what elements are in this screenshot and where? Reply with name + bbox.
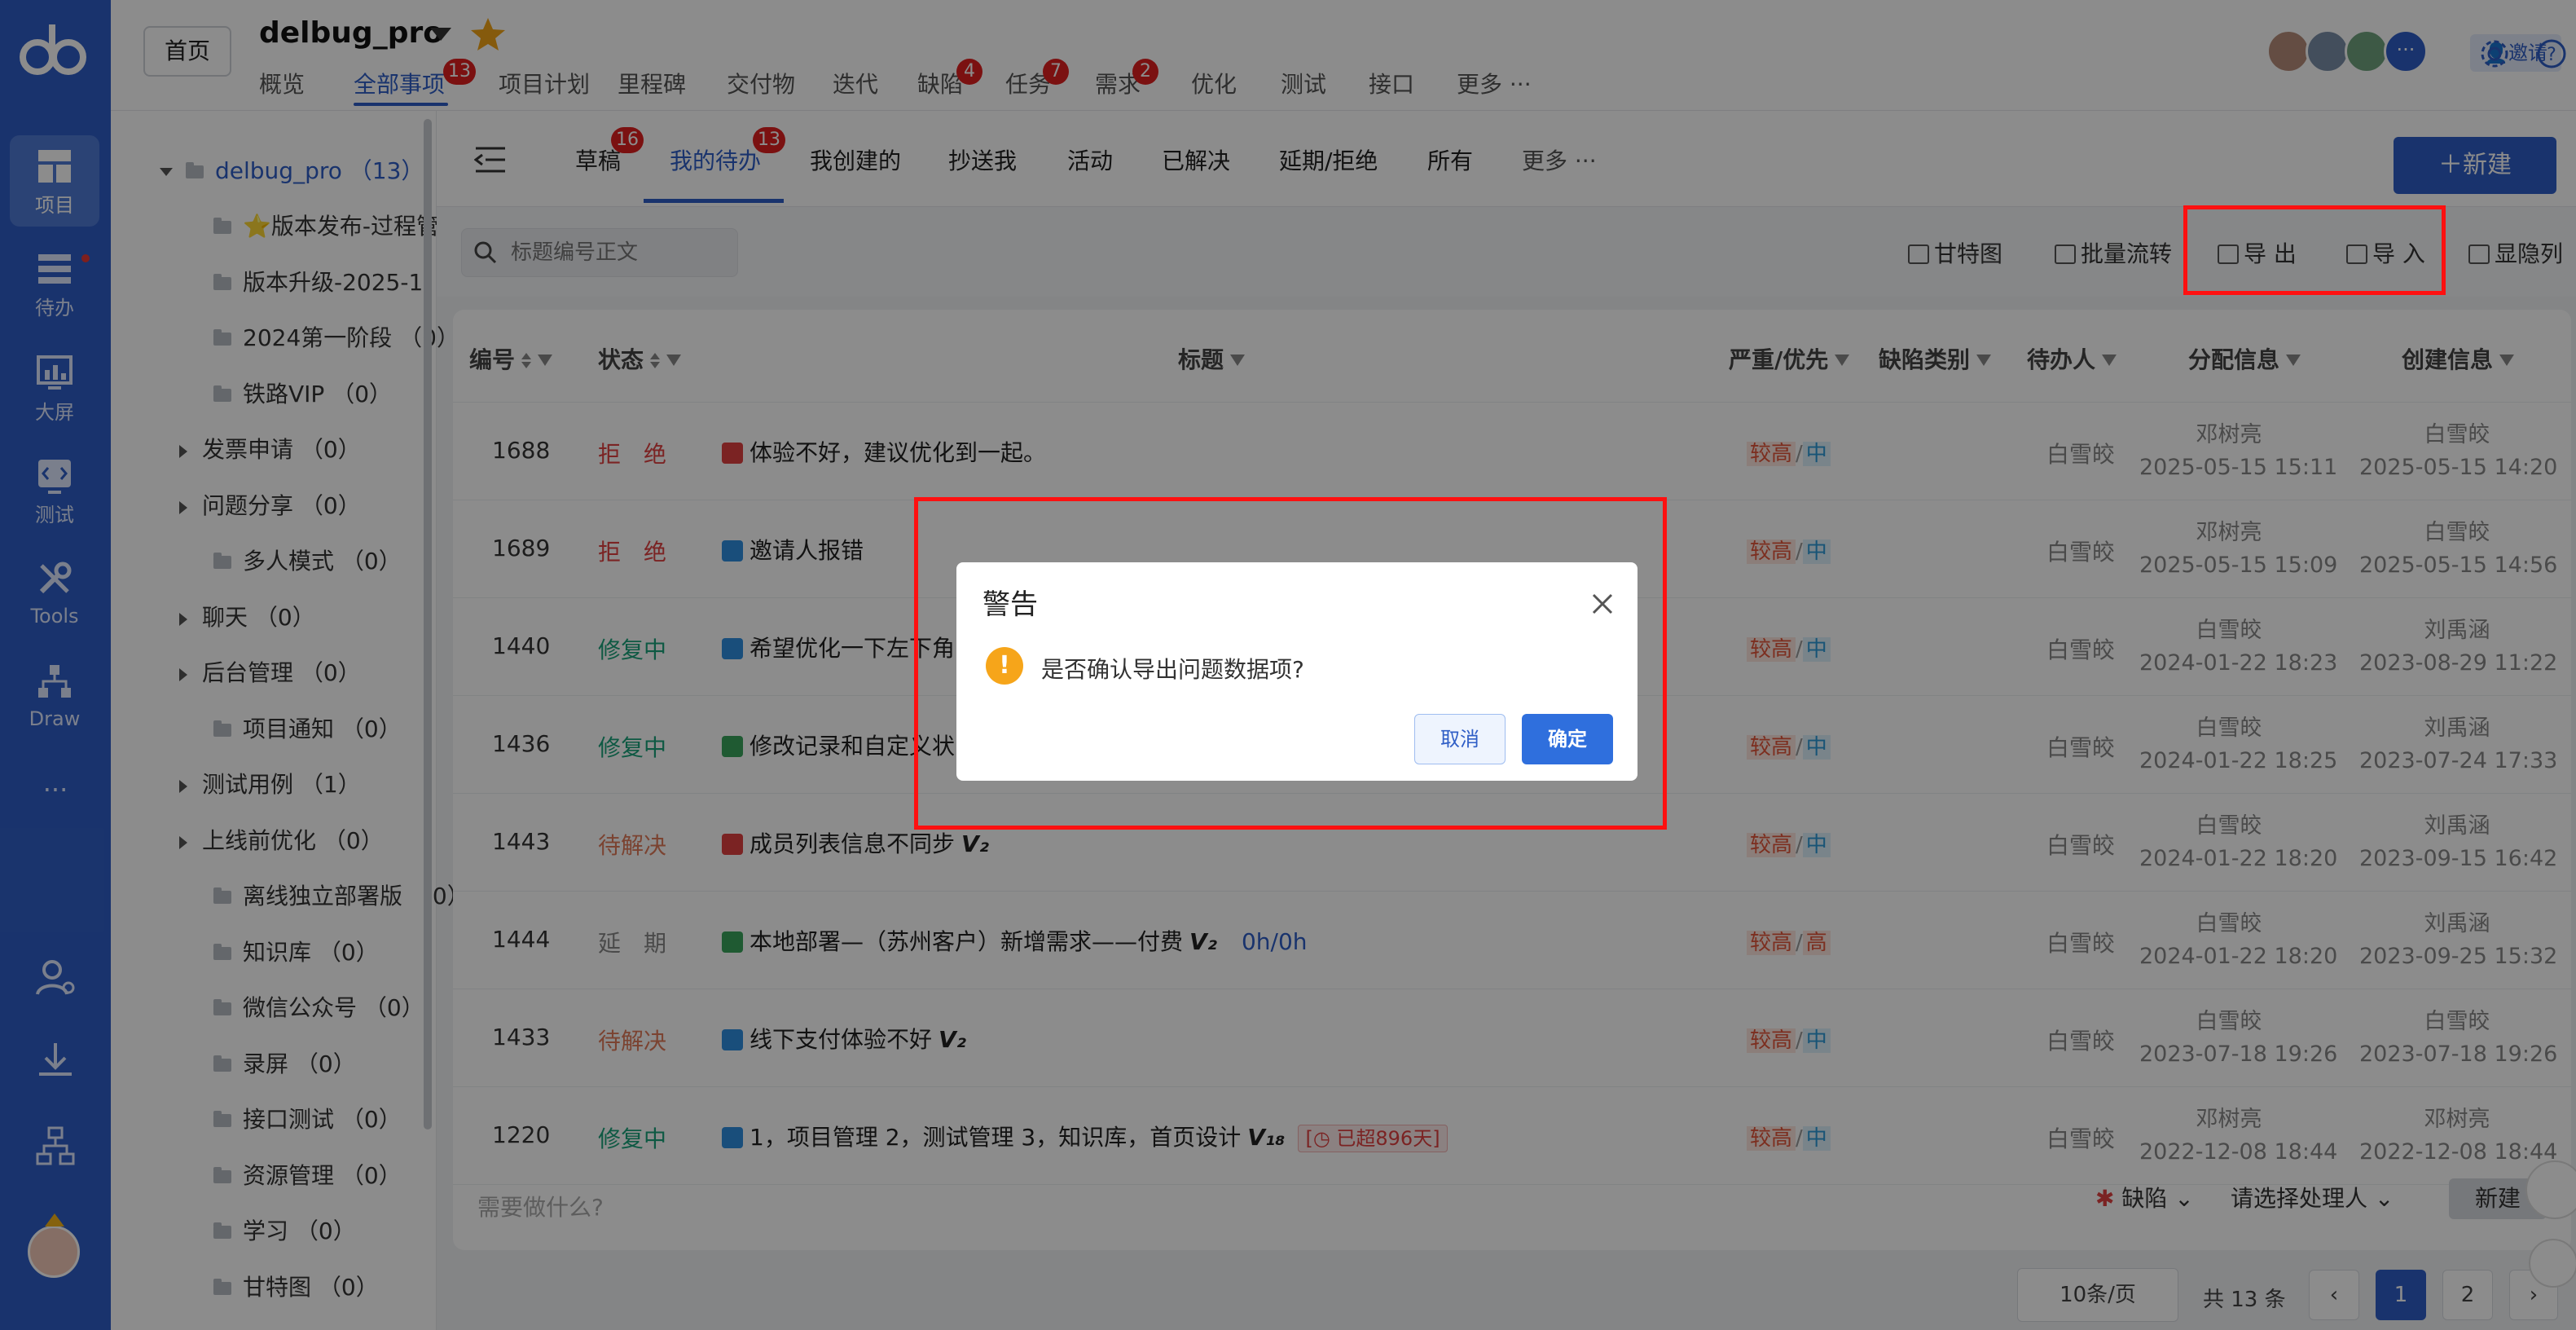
warning-icon: ! xyxy=(986,647,1023,685)
cancel-button[interactable]: 取消 xyxy=(1414,714,1506,764)
dialog-title: 警告 xyxy=(982,588,1038,621)
dialog-message: 是否确认导出问题数据项? xyxy=(1041,656,1304,683)
export-import-highlight xyxy=(2183,205,2446,295)
confirm-button[interactable]: 确定 xyxy=(1522,714,1613,764)
close-icon[interactable] xyxy=(1590,592,1615,616)
warning-dialog: 警告 ! 是否确认导出问题数据项? 取消 确定 xyxy=(956,562,1637,781)
